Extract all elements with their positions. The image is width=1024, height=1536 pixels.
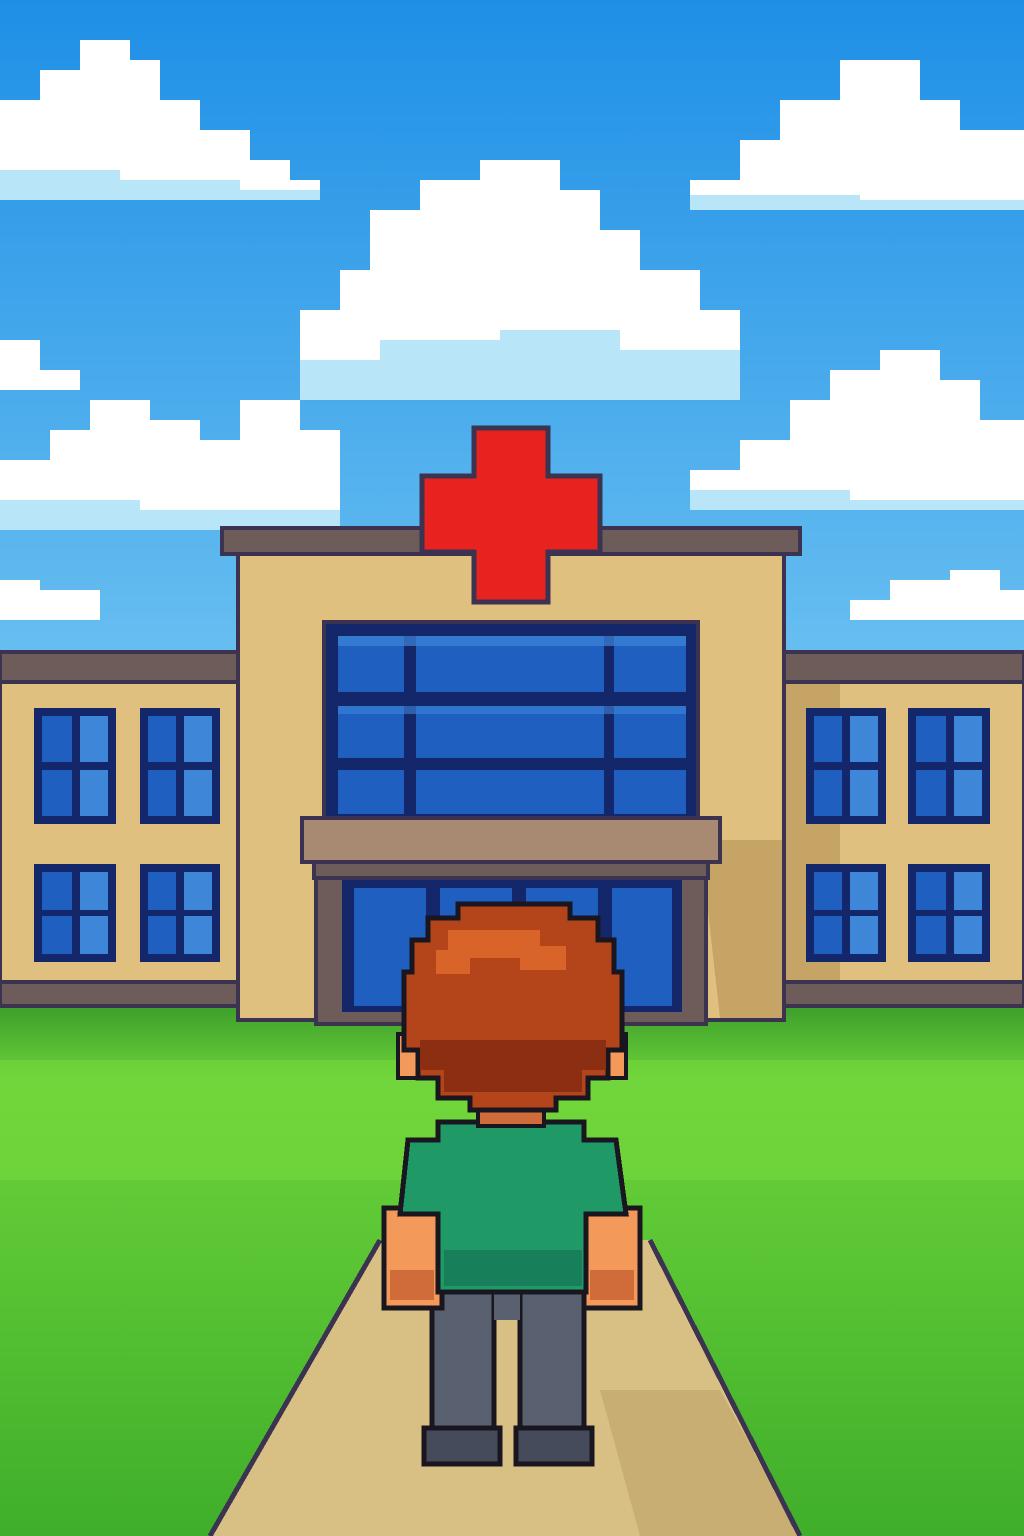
left-wing-base xyxy=(0,980,242,1008)
entrance-canopy-underside xyxy=(312,860,710,880)
entrance-canopy xyxy=(300,816,722,864)
player-hair-shadow xyxy=(420,1040,606,1092)
right-wing-base xyxy=(782,980,1024,1008)
right-wing-roof xyxy=(782,650,1024,684)
main-window xyxy=(322,620,700,820)
player-shirt-shade xyxy=(444,1250,582,1286)
left-wing-roof xyxy=(0,650,242,684)
game-scene xyxy=(0,0,1024,1536)
